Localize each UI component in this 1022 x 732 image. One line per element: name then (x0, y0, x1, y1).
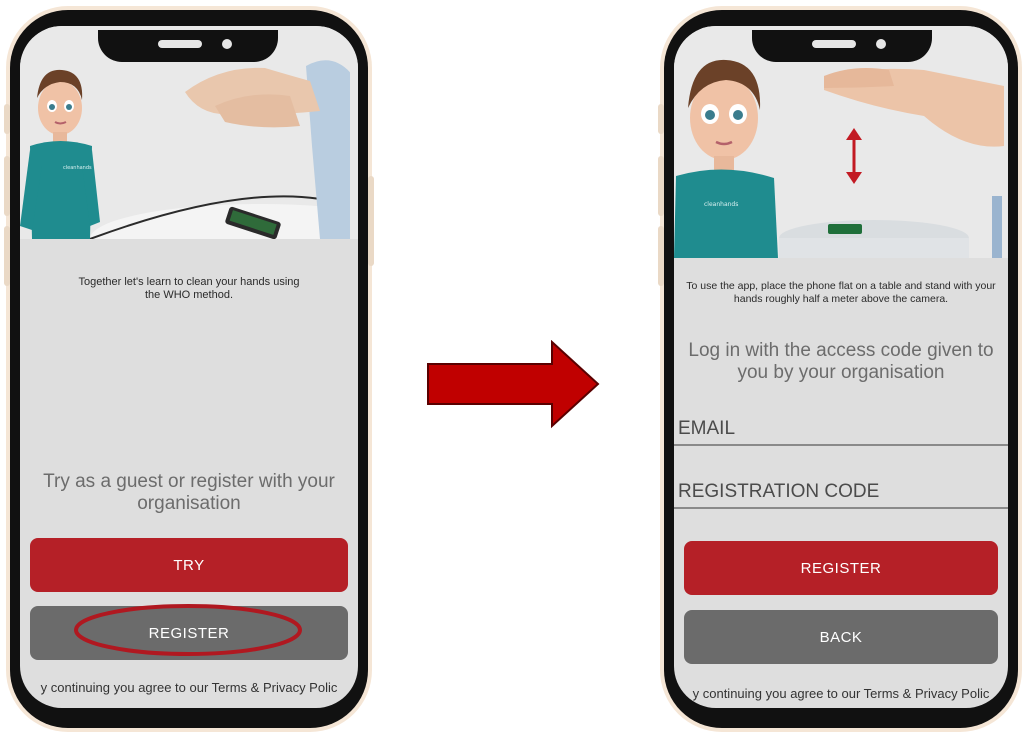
try-button-label: TRY (173, 556, 205, 574)
register-submit-label: REGISTER (800, 559, 882, 577)
email-placeholder: EMAIL (678, 418, 736, 439)
registration-code-field[interactable]: REGISTRATION CODE (674, 469, 1008, 509)
email-field[interactable]: EMAIL (674, 406, 1008, 446)
right-app-screen: cleanhands To use the app, place the pho… (674, 26, 1008, 708)
right-phone-frame: cleanhands To use the app, place the pho… (658, 6, 1022, 732)
svg-text:cleanhands: cleanhands (704, 201, 738, 208)
try-button[interactable]: TRY (30, 538, 348, 592)
left-intro-text: Together let's learn to clean your hands… (78, 276, 300, 301)
terms-notice[interactable]: y continuing you agree to our Terms & Pr… (20, 680, 358, 695)
guest-or-register-prompt: Try as a guest or register with your org… (43, 471, 335, 514)
registration-code-placeholder: REGISTRATION CODE (678, 481, 880, 502)
login-prompt: Log in with the access code given to you… (688, 340, 994, 383)
right-intro-text: To use the app, place the phone flat on … (686, 280, 996, 305)
back-button[interactable]: BACK (684, 610, 998, 664)
left-phone-notch (98, 30, 278, 62)
left-phone-power-button (368, 176, 374, 266)
back-button-label: BACK (819, 628, 863, 646)
arrow-right-icon (427, 340, 600, 429)
svg-text:cleanhands: cleanhands (63, 165, 92, 171)
right-phone-notch (752, 30, 932, 62)
terms-notice[interactable]: y continuing you agree to our Terms & Pr… (674, 686, 1008, 701)
register-highlight-ellipse (74, 604, 302, 656)
register-submit-button[interactable]: REGISTER (684, 541, 998, 595)
